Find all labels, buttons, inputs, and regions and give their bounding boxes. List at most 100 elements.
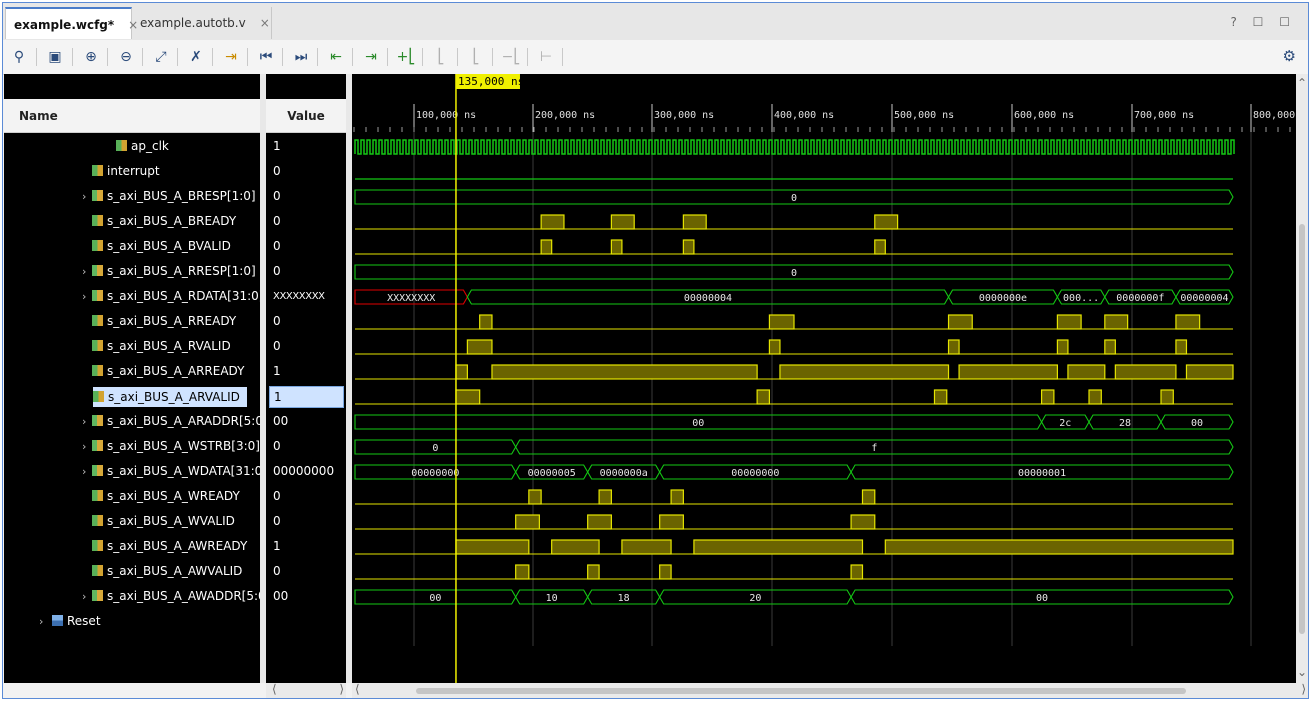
signal-row[interactable]: s_axi_BUS_A_WDATA[31:0] [92,459,260,484]
waveform-canvas[interactable]: 100,000 ns 200,000 ns 300,000 ns 400,000 ns… [352,74,1296,683]
zoom-in-icon[interactable]: ⊕ [81,47,101,67]
bit-waveform-high [1114,364,1177,380]
signal-value: 00 [273,589,289,603]
bit-waveform-high [479,314,493,330]
go-to-end-icon[interactable]: ⏭ [291,47,311,67]
ruler-label: 600,000 ns [1014,110,1074,121]
bit-waveform-high [659,564,672,580]
search-icon[interactable]: ⚲ [9,47,29,67]
expand-chevron-icon[interactable]: › [82,265,86,278]
signal-row[interactable]: s_axi_BUS_A_ARADDR[5:0] [92,409,260,434]
bus-value-label: 00000004 [1180,293,1228,304]
bit-signal-icon [92,215,103,226]
expand-chevron-icon[interactable]: › [82,415,86,428]
bit-waveform-high [947,339,960,355]
bit-signal-icon [116,140,127,151]
signal-row[interactable]: s_axi_BUS_A_RDATA[31:0] [92,284,260,309]
value-horizontal-scrollbar[interactable]: ⟨ ⟩ [266,682,346,698]
signal-row[interactable]: ap_clk [116,134,260,159]
prev-transition-icon[interactable]: ⇤ [326,47,346,67]
signal-value: 00 [273,414,289,428]
expand-chevron-icon[interactable]: › [39,615,43,628]
waveform-window: example.wcfg* × example.autotb.v × ? ☐ ☐ ⚲… [2,2,1309,699]
zoom-fit-icon[interactable]: ⤢ [151,47,171,67]
swap-markers-icon[interactable]: ⊢ [536,47,556,67]
signal-row[interactable]: s_axi_BUS_A_AWADDR[5:0] [92,584,260,609]
bus-signal-icon [92,190,103,201]
bus-value-label: XXXXXXXX [387,293,435,304]
scroll-right-icon[interactable]: ⟩ [1301,682,1306,696]
scroll-left-icon[interactable]: ⟨ [355,682,360,696]
expand-chevron-icon[interactable]: › [82,440,86,453]
scroll-up-icon[interactable]: ⌃ [1297,76,1307,90]
signal-value: 0 [273,514,281,528]
signal-row[interactable]: s_axi_BUS_A_ARVALID [93,387,247,407]
bus-signal-icon [92,290,103,301]
scroll-left-icon[interactable]: ⟨ [272,682,277,696]
expand-chevron-icon[interactable]: › [82,590,86,603]
scroll-right-icon[interactable]: ⟩ [339,682,344,696]
tab-example-wcfg[interactable]: example.wcfg* × [5,7,138,39]
next-transition-icon[interactable]: ⇥ [361,47,381,67]
toolbar-divider [422,48,423,66]
horizontal-scroll-thumb[interactable] [416,688,1186,694]
bit-waveform-high [587,514,612,530]
cursor-icon[interactable]: ✗ [186,47,206,67]
bit-signal-icon [92,165,103,176]
signal-row[interactable]: s_axi_BUS_A_BREADY [92,209,260,234]
save-icon[interactable]: ▣ [45,47,65,67]
bit-waveform-high [598,489,612,505]
vertical-scroll-thumb[interactable] [1299,224,1305,634]
signal-row[interactable]: s_axi_BUS_A_AWVALID [92,559,260,584]
expand-chevron-icon[interactable]: › [82,290,86,303]
signal-row[interactable]: interrupt [92,159,260,184]
signal-row[interactable]: s_axi_BUS_A_BVALID [92,234,260,259]
go-to-start-icon[interactable]: ⏮ [256,47,276,67]
bit-signal-icon [92,240,103,251]
bit-waveform-high [884,539,1234,555]
group-row-reset[interactable]: Reset [52,609,101,634]
toolbar-divider [457,48,458,66]
add-marker-icon[interactable]: +⎣ [396,47,416,67]
bus-value-label: 000... [1063,293,1099,304]
bus-value-label: 00000001 [1018,468,1066,479]
waveform-pane[interactable]: 100,000 ns 200,000 ns 300,000 ns 400,000 ns… [352,74,1296,683]
signal-name: s_axi_BUS_A_AWREADY [107,539,248,553]
expand-chevron-icon[interactable]: › [82,190,86,203]
gear-icon[interactable]: ⚙ [1283,47,1296,65]
bit-waveform-high [874,214,899,230]
signal-row[interactable]: s_axi_BUS_A_WSTRB[3:0] [92,434,260,459]
signal-row[interactable]: s_axi_BUS_A_WREADY [92,484,260,509]
signal-value: 00000000 [273,464,335,478]
name-column-header[interactable]: Name [4,99,260,133]
go-to-marker-icon[interactable]: ⇥ [221,47,241,67]
next-marker-icon[interactable]: ⎣ [466,47,486,67]
bus-value-label: 0000000e [979,293,1027,304]
signal-value: 1 [273,139,281,153]
bit-waveform-high [587,564,600,580]
close-icon[interactable]: × [260,16,270,30]
signal-row[interactable]: s_axi_BUS_A_BRESP[1:0] [92,184,260,209]
signal-row[interactable]: s_axi_BUS_A_AWREADY [92,534,260,559]
waveform-horizontal-scrollbar[interactable]: ⟨ ⟩ [352,682,1308,698]
value-column-header[interactable]: Value [266,99,346,133]
bus-value-label: 00000004 [684,293,732,304]
bit-waveform-high [756,389,771,405]
zoom-out-icon[interactable]: ⊖ [116,47,136,67]
vertical-scrollbar[interactable]: ⌃ ⌄ [1296,74,1308,683]
signal-row[interactable]: s_axi_BUS_A_RREADY [92,309,260,334]
prev-marker-icon[interactable]: ⎣ [431,47,451,67]
window-buttons[interactable]: ? ☐ ☐ [1230,15,1296,29]
scroll-down-icon[interactable]: ⌄ [1297,665,1307,679]
signal-value: 0 [273,439,281,453]
signal-row[interactable]: s_axi_BUS_A_RRESP[1:0] [92,259,260,284]
bit-waveform-high [1175,314,1201,330]
toolbar-divider [142,48,143,66]
signal-row[interactable]: s_axi_BUS_A_RVALID [92,334,260,359]
signal-row[interactable]: s_axi_BUS_A_ARREADY [92,359,260,384]
signal-row[interactable]: s_axi_BUS_A_WVALID [92,509,260,534]
expand-chevron-icon[interactable]: › [82,465,86,478]
delete-marker-icon[interactable]: −⎣ [501,47,521,67]
tab-example-autotb[interactable]: example.autotb.v × [132,7,272,39]
signal-name: interrupt [107,164,160,178]
